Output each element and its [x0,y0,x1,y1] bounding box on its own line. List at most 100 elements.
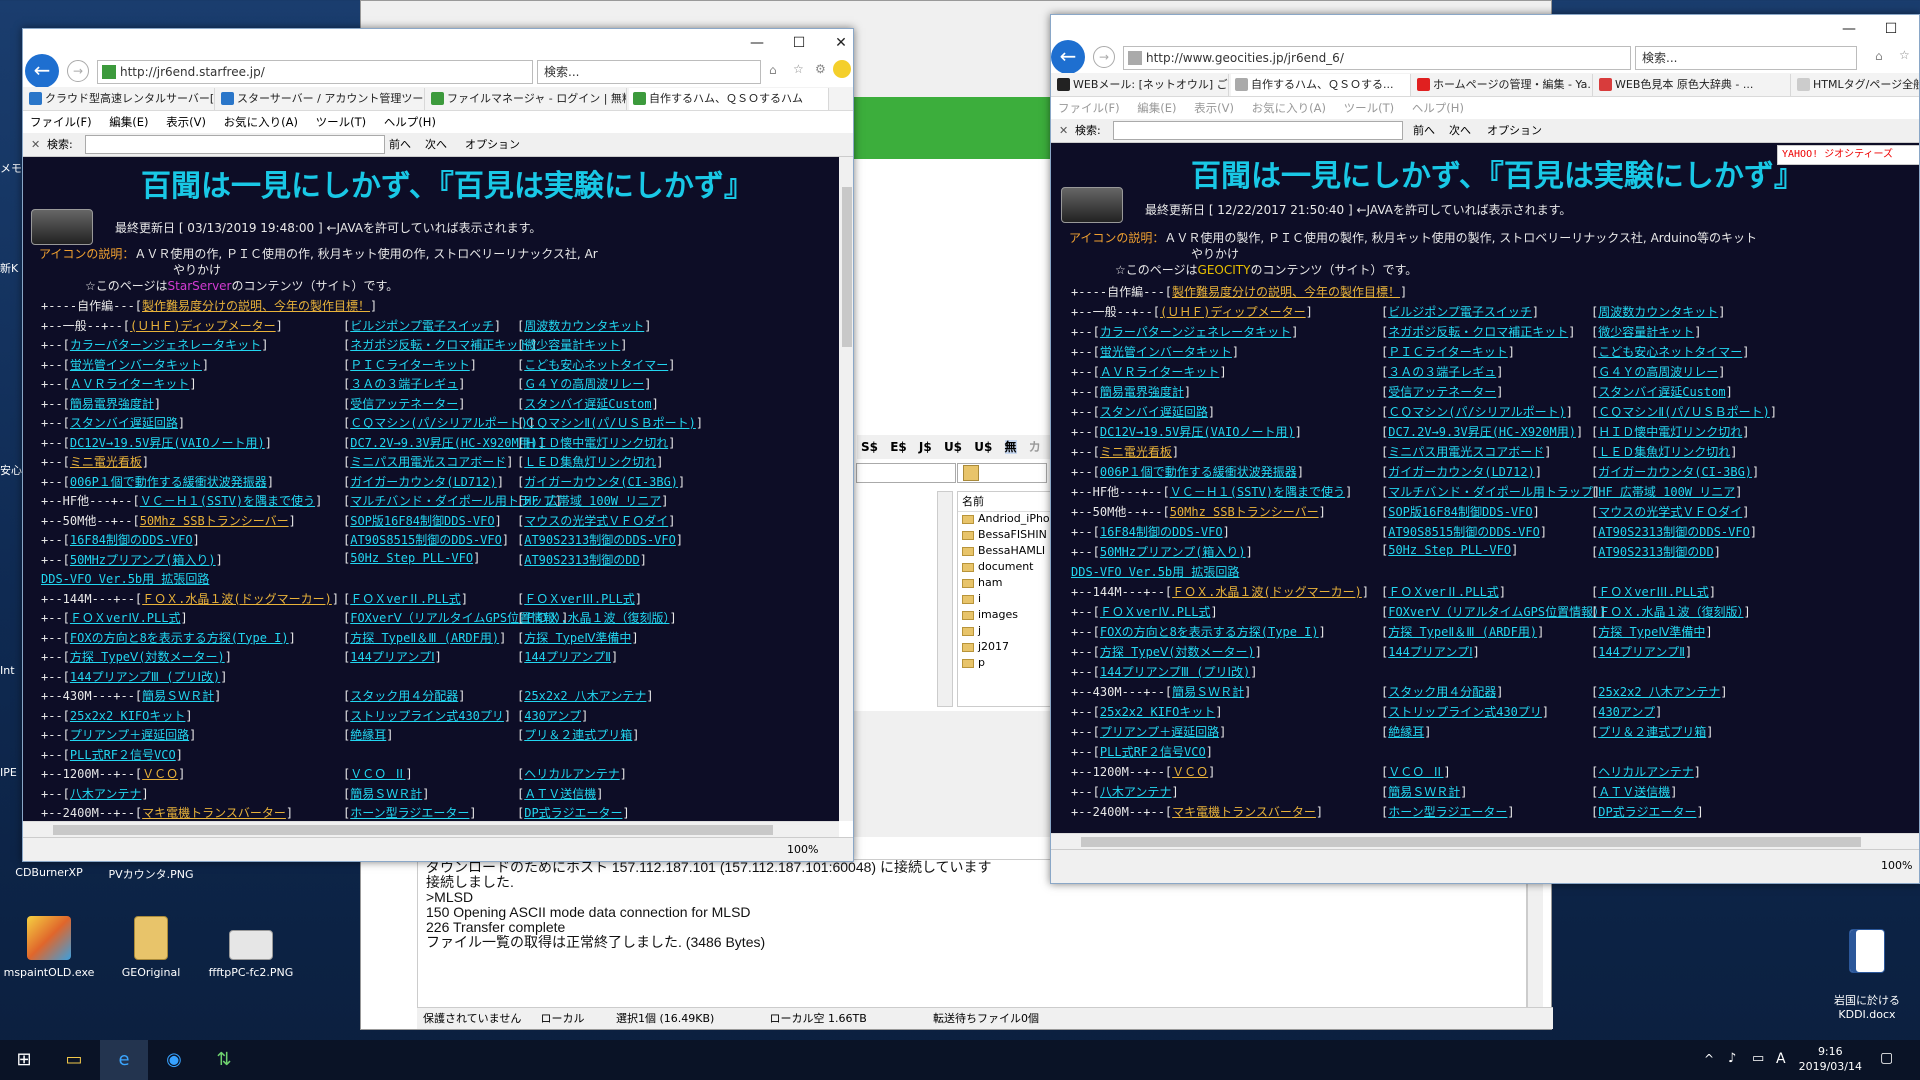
project-link-text[interactable]: こども安心ネットタイマー [1598,345,1742,359]
desktop-label-4[interactable]: Int [0,664,22,677]
list-item[interactable]: i [958,592,1054,608]
scroll-thumb[interactable] [53,825,773,835]
project-link[interactable]: [周波数カウンタキット] [517,317,651,334]
project-link[interactable]: [ネガポジ反転・クロマ補正キット] [1381,323,1575,340]
project-link-text[interactable]: ネガポジ反転・クロマ補正キット [1388,325,1568,339]
project-link[interactable]: [周波数カウンタキット] [1591,303,1725,320]
forward-button[interactable]: → [67,60,89,82]
project-link[interactable]: [ＡＴＶ送信機] [517,785,603,802]
project-link-text[interactable]: ＨＩＤ懐中電灯リンク切れ [524,436,668,450]
project-link-text[interactable]: 簡易ＳＷＲ計 [350,787,422,801]
local-list-scrollbar[interactable] [937,491,953,707]
desktop-icon-cdburner[interactable]: CDBurnerXP [0,866,104,879]
project-link-text[interactable]: ストリップライン式430プリ [1388,705,1542,719]
project-link-text[interactable]: ＣＱマシンⅡ(パ/ＵＳＢポート) [524,416,696,430]
menu-favorites[interactable]: お気に入り(A) [224,115,298,129]
desktop-icon-georiginal[interactable]: GEOriginal [96,916,206,979]
left-horizontal-scrollbar[interactable] [23,821,839,837]
project-link[interactable]: 方探 TypeⅤ(対数メーター) [1100,645,1255,659]
project-link-text[interactable]: ＡＴＶ送信機 [524,787,596,801]
project-link-text[interactable]: ネガポジ反転・クロマ補正キット [350,338,530,352]
project-link[interactable]: [Ｇ４Ｙの高周波リレー] [517,375,651,392]
tab-item-active[interactable]: 自作するハム、ＱＳＯする... [1231,74,1411,96]
project-link-text[interactable]: ＬＥＤ集魚灯リンク切れ [524,455,656,469]
project-link[interactable]: [ストリップライン式430プリ] [343,707,511,724]
project-link[interactable]: [Ｇ４Ｙの高周波リレー] [1591,363,1725,380]
project-link-text[interactable]: SOP版16F84制御DDS-VFO [350,514,494,528]
project-link[interactable]: [ＬＥＤ集魚灯リンク切れ] [1591,443,1737,460]
project-link-text[interactable]: スタンバイ遅延Custom [524,397,651,411]
project-link-text[interactable]: ＣＱマシン(パ/シリアルポート) [1388,405,1566,419]
project-link[interactable]: カラーパターンジェネレータキット [1100,325,1291,339]
project-link[interactable]: [AT90S2313制御のDD] [1591,543,1721,560]
maximize-button[interactable]: ☐ [1873,19,1909,39]
project-link-text[interactable]: DP式ラジエーター [1598,805,1696,819]
minimize-button[interactable]: — [739,33,775,53]
project-link[interactable]: ミニ電光看板 [70,455,142,469]
project-link[interactable]: カラーパターンジェネレータキット [70,338,261,352]
tab-item[interactable]: スターサーバー / アカウント管理ツール [217,88,425,110]
project-link-text[interactable]: ＡＴＶ送信機 [1598,785,1670,799]
volume-icon[interactable]: ♪ [1728,1051,1736,1066]
project-link[interactable]: DDS-VFO Ver.5b用 拡張回路 [1071,565,1239,579]
project-link-text[interactable]: マウスの光学式ＶＦＯダイ [1598,505,1742,519]
close-find-icon[interactable]: ✕ [31,133,40,157]
desktop-label-2[interactable]: 新K [0,260,22,276]
project-link[interactable]: [３Ａの３端子レギュ] [1381,363,1503,380]
project-link-text[interactable]: ホーン型ラジエーター [1388,805,1507,819]
project-link[interactable]: [144プリアンプⅠ] [1381,643,1480,660]
project-link[interactable]: [ネガポジ反転・クロマ補正キット] [343,336,537,353]
project-link[interactable]: 八木アンテナ [1100,785,1172,799]
project-link[interactable]: 簡易ＳＷＲ計 [142,689,214,703]
project-link[interactable]: [スタック用４分配器] [1381,683,1503,700]
toolbar-button[interactable]: E$ [890,440,907,454]
project-link-text[interactable]: ガイガーカウンタ(LD712) [1388,465,1535,479]
project-link[interactable]: 25x2x2 KIFOキット [70,709,185,723]
project-link[interactable]: ＶＣ－Ｈ１(SSTV)を隅まで使う [1170,485,1345,499]
project-link[interactable]: 簡易電界強度計 [1100,385,1184,399]
ffftp-app-icon[interactable]: ⇅ [200,1040,248,1080]
project-link-text[interactable]: 50Hz Step PLL-VFO [350,551,473,565]
menu-help[interactable]: ヘルプ(H) [384,115,436,129]
internet-explorer-icon[interactable]: e [100,1040,148,1080]
notification-icon[interactable]: ▢ [1880,1050,1893,1066]
project-link[interactable]: プリアンプ＋遅延回路 [70,728,189,742]
project-link-text[interactable]: DC7.2V→9.3V昇圧(HC-X920M用) [350,436,538,450]
project-link[interactable]: [AT90S8515制御のDDS-VFO] [343,531,509,548]
project-link-text[interactable]: AT90S2313制御のDDS-VFO [1598,525,1750,539]
project-link[interactable]: [ビルジポンプ電子スイッチ] [343,317,501,334]
project-link[interactable]: [こども安心ネットタイマー] [517,356,675,373]
project-link-text[interactable]: 微少容量計キット [1598,325,1694,339]
project-link[interactable]: [ＦＯＸ.水晶１波（復刻版）] [517,609,677,626]
project-link[interactable]: [50Hz Step PLL-VFO] [343,551,480,565]
project-link[interactable]: DC12V→19.5V昇圧(VAIOノート用) [1100,425,1295,439]
project-link[interactable]: [マウスの光学式ＶＦＯダイ] [517,512,675,529]
project-link-text[interactable]: ＨＩＤ懐中電灯リンク切れ [1598,425,1742,439]
project-link-text[interactable]: Ｇ４Ｙの高周波リレー [1598,365,1718,379]
project-link-text[interactable]: 受信アッテネーター [350,397,458,411]
project-link-text[interactable]: 周波数カウンタキット [524,319,644,333]
project-link[interactable]: [ＣＱマシン(パ/シリアルポート)] [343,414,535,431]
zoom-level[interactable]: 100% [787,840,818,860]
project-link[interactable]: 簡易電界強度計 [70,397,154,411]
list-item[interactable]: document [958,560,1054,576]
project-link[interactable]: (ＵＨＦ)ディップメーター [1160,305,1306,319]
tab-item[interactable]: HTMLタグ/ページ全般タグ/... [1793,74,1919,96]
project-link[interactable]: [受信アッテネーター] [1381,383,1503,400]
project-link[interactable]: [プリ＆２連式プリ箱] [1591,723,1713,740]
project-link[interactable]: [SOP版16F84制御DDS-VFO] [343,512,502,529]
project-link-text[interactable]: マウスの光学式ＶＦＯダイ [524,514,668,528]
project-link-text[interactable]: プリ＆２連式プリ箱 [524,728,632,742]
project-link-text[interactable]: ＣＱマシン(パ/シリアルポート) [350,416,528,430]
project-link-text[interactable]: ＰＩＣライターキット [350,358,470,372]
project-link[interactable]: [ＦＯＸverⅢ.PLL式] [517,590,642,607]
project-link[interactable]: [ＰＩＣライターキット] [343,356,477,373]
project-link[interactable]: DC12V→19.5V昇圧(VAIOノート用) [70,436,265,450]
project-link-text[interactable]: ガイガーカウンタ(CI-3BG) [1598,465,1752,479]
project-link-text[interactable]: 方探 TypeⅡ＆Ⅲ (ARDF用) [350,631,499,645]
scroll-thumb[interactable] [842,187,852,347]
project-link[interactable]: [スタンバイ遅延Custom] [1591,383,1733,400]
remote-folder-up-icon[interactable] [963,465,979,481]
project-link[interactable]: [ガイガーカウンタ(LD712)] [1381,463,1542,480]
project-link[interactable]: [方探 TypeⅣ準備中] [1591,623,1713,640]
